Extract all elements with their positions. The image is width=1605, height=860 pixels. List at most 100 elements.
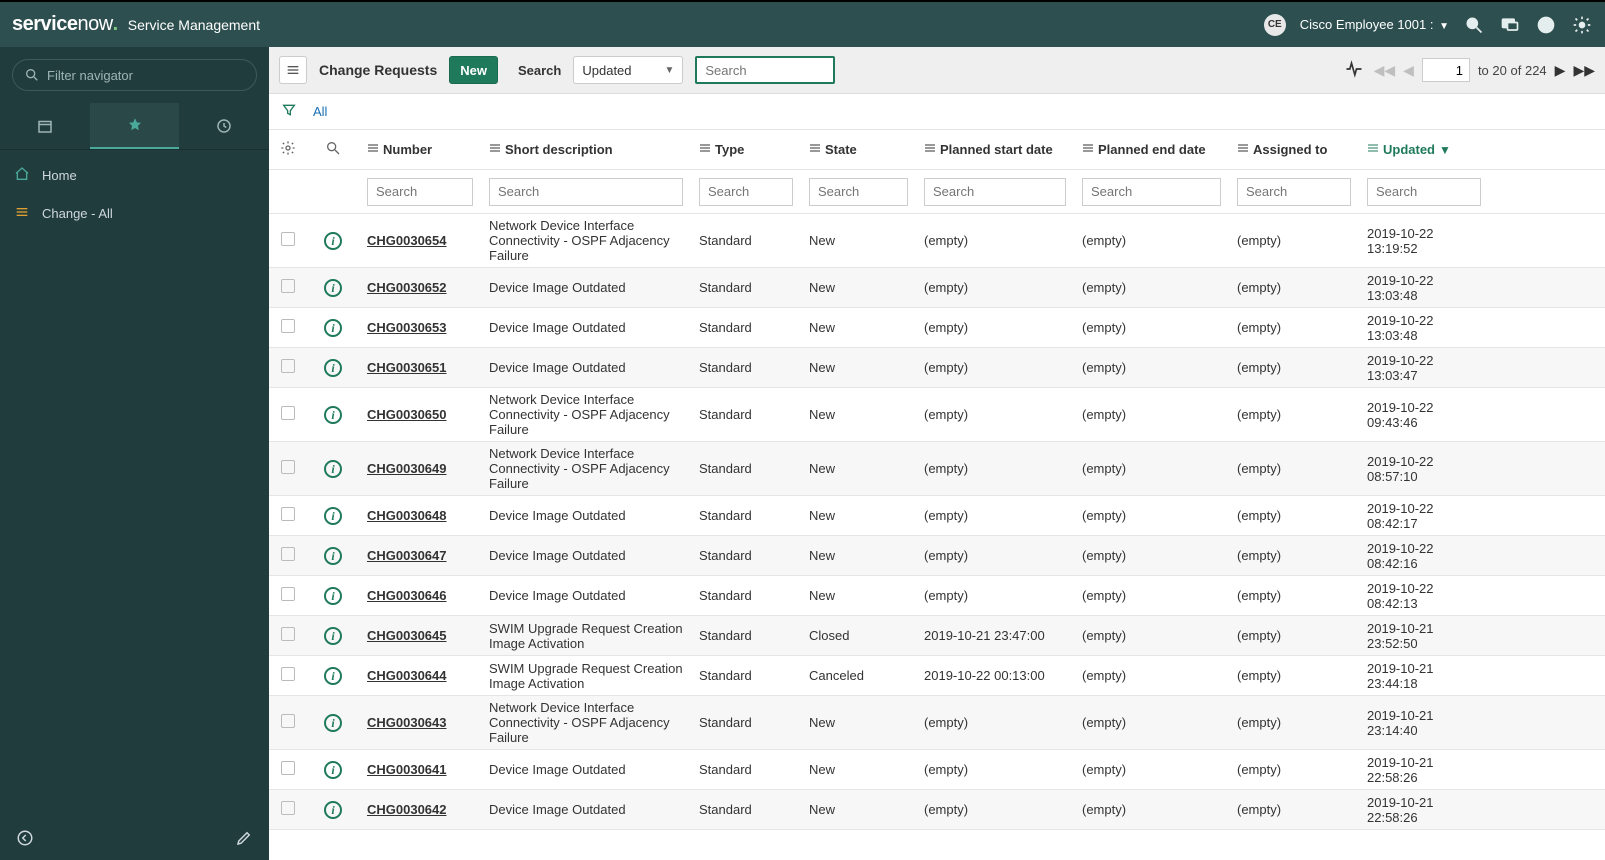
table-row[interactable]: iCHG0030642Device Image OutdatedStandard…: [269, 790, 1605, 830]
info-icon[interactable]: i: [324, 319, 342, 337]
row-checkbox[interactable]: [281, 627, 295, 641]
search-type-input[interactable]: [699, 178, 793, 206]
chat-icon[interactable]: [1499, 14, 1521, 36]
sidebar-item-change-all[interactable]: Change - All: [0, 194, 269, 232]
info-icon[interactable]: i: [324, 507, 342, 525]
col-header-number[interactable]: Number: [359, 142, 481, 157]
tab-all-applications[interactable]: [0, 103, 90, 149]
col-header-planned-end[interactable]: Planned end date: [1074, 142, 1229, 157]
first-page-button[interactable]: ◀◀: [1374, 62, 1396, 79]
info-icon[interactable]: i: [324, 279, 342, 297]
search-field-select[interactable]: Updated ▼: [573, 56, 683, 84]
new-button[interactable]: New: [449, 56, 498, 84]
search-input[interactable]: [695, 56, 835, 84]
logo[interactable]: servicenow.: [12, 13, 118, 36]
search-planned-start-input[interactable]: [924, 178, 1066, 206]
record-link[interactable]: CHG0030646: [367, 588, 447, 603]
search-assigned-to-input[interactable]: [1237, 178, 1351, 206]
table-row[interactable]: iCHG0030645SWIM Upgrade Request Creation…: [269, 616, 1605, 656]
row-checkbox[interactable]: [281, 801, 295, 815]
table-row[interactable]: iCHG0030654Network Device Interface Conn…: [269, 214, 1605, 268]
row-checkbox[interactable]: [281, 507, 295, 521]
info-icon[interactable]: i: [324, 667, 342, 685]
col-header-updated[interactable]: Updated▼: [1359, 142, 1489, 157]
filter-icon[interactable]: [281, 102, 297, 121]
table-row[interactable]: iCHG0030653Device Image OutdatedStandard…: [269, 308, 1605, 348]
edit-icon[interactable]: [235, 829, 253, 850]
tab-favorites[interactable]: [90, 103, 180, 149]
info-icon[interactable]: i: [324, 587, 342, 605]
collapse-icon[interactable]: [16, 829, 34, 850]
page-input[interactable]: [1422, 58, 1470, 82]
row-checkbox[interactable]: [281, 279, 295, 293]
filter-all-link[interactable]: All: [313, 104, 327, 119]
row-checkbox[interactable]: [281, 406, 295, 420]
table-row[interactable]: iCHG0030641Device Image OutdatedStandard…: [269, 750, 1605, 790]
search-updated-input[interactable]: [1367, 178, 1481, 206]
info-icon[interactable]: i: [324, 232, 342, 250]
search-toggle-button[interactable]: [307, 140, 359, 159]
search-icon[interactable]: [1463, 14, 1485, 36]
table-row[interactable]: iCHG0030647Device Image OutdatedStandard…: [269, 536, 1605, 576]
record-link[interactable]: CHG0030654: [367, 233, 447, 248]
col-header-planned-start[interactable]: Planned start date: [916, 142, 1074, 157]
record-link[interactable]: CHG0030641: [367, 762, 447, 777]
col-header-assigned-to[interactable]: Assigned to: [1229, 142, 1359, 157]
search-short-description-input[interactable]: [489, 178, 683, 206]
record-link[interactable]: CHG0030643: [367, 715, 447, 730]
table-row[interactable]: iCHG0030652Device Image OutdatedStandard…: [269, 268, 1605, 308]
row-checkbox[interactable]: [281, 587, 295, 601]
row-checkbox[interactable]: [281, 359, 295, 373]
record-link[interactable]: CHG0030648: [367, 508, 447, 523]
info-icon[interactable]: i: [324, 359, 342, 377]
avatar[interactable]: CE: [1264, 14, 1286, 36]
last-page-button[interactable]: ▶▶: [1573, 62, 1595, 79]
record-link[interactable]: CHG0030650: [367, 407, 447, 422]
table-row[interactable]: iCHG0030650Network Device Interface Conn…: [269, 388, 1605, 442]
record-link[interactable]: CHG0030652: [367, 280, 447, 295]
record-link[interactable]: CHG0030653: [367, 320, 447, 335]
info-icon[interactable]: i: [324, 627, 342, 645]
table-row[interactable]: iCHG0030646Device Image OutdatedStandard…: [269, 576, 1605, 616]
info-icon[interactable]: i: [324, 547, 342, 565]
info-icon[interactable]: i: [324, 714, 342, 732]
info-icon[interactable]: i: [324, 801, 342, 819]
row-checkbox[interactable]: [281, 460, 295, 474]
record-link[interactable]: CHG0030645: [367, 628, 447, 643]
row-checkbox[interactable]: [281, 761, 295, 775]
col-header-state[interactable]: State: [801, 142, 916, 157]
row-checkbox[interactable]: [281, 232, 295, 246]
row-checkbox[interactable]: [281, 714, 295, 728]
record-link[interactable]: CHG0030647: [367, 548, 447, 563]
activity-icon[interactable]: [1344, 59, 1364, 82]
col-header-short-description[interactable]: Short description: [481, 142, 691, 157]
prev-page-button[interactable]: ◀: [1403, 62, 1414, 79]
list-menu-button[interactable]: [279, 56, 307, 84]
row-checkbox[interactable]: [281, 667, 295, 681]
record-link[interactable]: CHG0030642: [367, 802, 447, 817]
row-checkbox[interactable]: [281, 319, 295, 333]
info-icon[interactable]: i: [324, 406, 342, 424]
table-row[interactable]: iCHG0030644SWIM Upgrade Request Creation…: [269, 656, 1605, 696]
search-planned-end-input[interactable]: [1082, 178, 1221, 206]
info-icon[interactable]: i: [324, 761, 342, 779]
table-row[interactable]: iCHG0030648Device Image OutdatedStandard…: [269, 496, 1605, 536]
record-link[interactable]: CHG0030649: [367, 461, 447, 476]
user-menu[interactable]: Cisco Employee 1001 : ▼: [1300, 17, 1449, 32]
help-icon[interactable]: [1535, 14, 1557, 36]
search-state-input[interactable]: [809, 178, 908, 206]
row-checkbox[interactable]: [281, 547, 295, 561]
col-header-type[interactable]: Type: [691, 142, 801, 157]
filter-navigator-input[interactable]: [12, 59, 257, 91]
table-row[interactable]: iCHG0030649Network Device Interface Conn…: [269, 442, 1605, 496]
next-page-button[interactable]: ▶: [1555, 62, 1566, 79]
search-number-input[interactable]: [367, 178, 473, 206]
record-link[interactable]: CHG0030651: [367, 360, 447, 375]
table-row[interactable]: iCHG0030651Device Image OutdatedStandard…: [269, 348, 1605, 388]
personalize-columns-button[interactable]: [269, 140, 307, 159]
table-row[interactable]: iCHG0030643Network Device Interface Conn…: [269, 696, 1605, 750]
info-icon[interactable]: i: [324, 460, 342, 478]
sidebar-item-home[interactable]: Home: [0, 156, 269, 194]
gear-icon[interactable]: [1571, 14, 1593, 36]
tab-history[interactable]: [179, 103, 269, 149]
